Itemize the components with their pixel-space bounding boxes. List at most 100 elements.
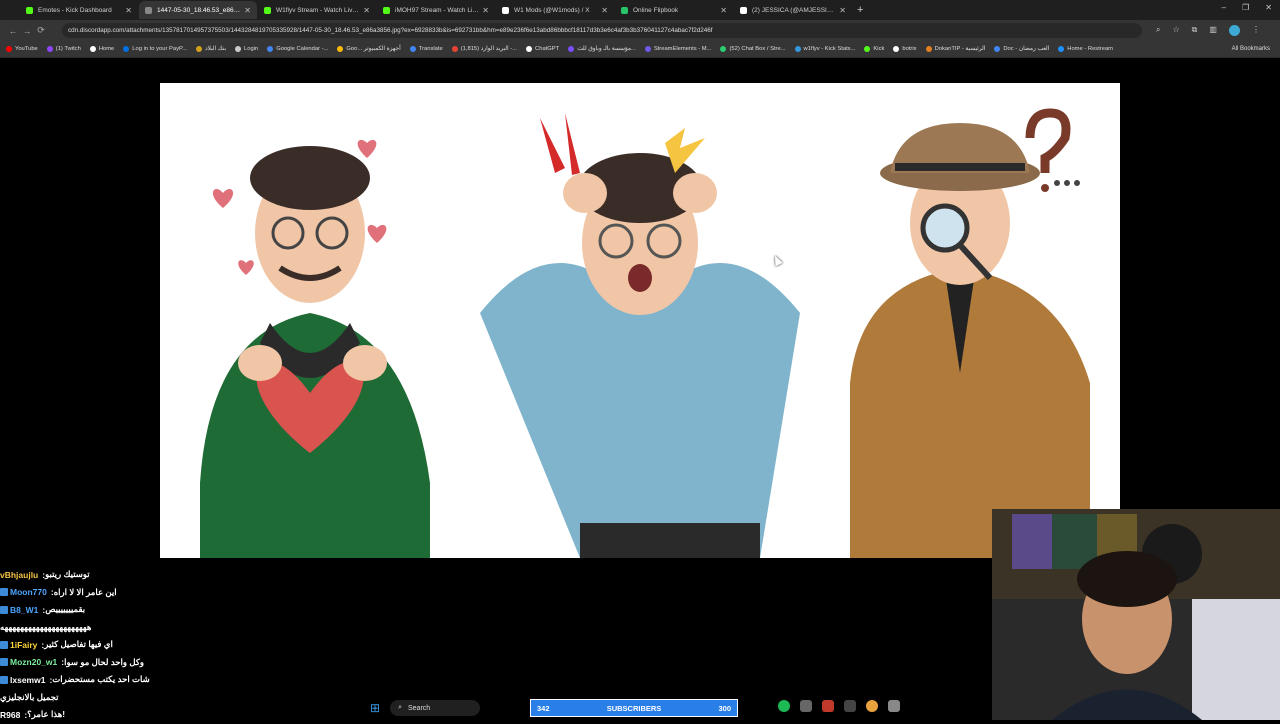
subscriber-goal-bar: 342 SUBSCRIBERS 300 xyxy=(530,699,738,717)
taskbar-apps xyxy=(778,700,900,712)
bookmark-item[interactable]: Log in to your PayP... xyxy=(123,46,187,52)
reload-icon[interactable]: ⟳ xyxy=(34,25,48,36)
tab-favicon-icon xyxy=(264,6,271,14)
bookmark-item[interactable]: Home xyxy=(89,46,115,52)
close-tab-icon[interactable]: ✕ xyxy=(363,6,370,15)
bookmark-item[interactable]: ChatGPT xyxy=(526,46,559,52)
address-bar: ← → ⟳ cdn.discordapp.com/attachments/135… xyxy=(0,20,1280,41)
app-icon[interactable] xyxy=(888,700,900,712)
bookmark-favicon-icon xyxy=(6,46,12,52)
bookmark-item[interactable]: Home - Restream xyxy=(1058,46,1113,52)
bookmark-favicon-icon xyxy=(195,46,202,52)
all-bookmarks-button[interactable]: All Bookmarks xyxy=(1232,46,1270,52)
bookmark-label: Kick xyxy=(873,46,885,52)
chrome-icon[interactable] xyxy=(866,700,878,712)
app-icon[interactable] xyxy=(800,700,812,712)
bookmark-item[interactable]: Goo... أجهزة الكمبيوتر xyxy=(337,46,401,52)
app-icon[interactable] xyxy=(822,700,834,712)
close-tab-icon[interactable]: ✕ xyxy=(839,6,846,15)
bookmark-label: StreamElements - M... xyxy=(653,46,712,52)
new-tab-button[interactable]: + xyxy=(857,4,863,16)
bookmark-item[interactable]: بنك البلاد xyxy=(195,46,226,52)
profile-avatar[interactable] xyxy=(1228,25,1240,36)
subscriber-count: 342 xyxy=(537,703,550,713)
chat-username[interactable]: Moon770 xyxy=(10,587,47,597)
browser-tab[interactable]: W1flyv Stream - Watch Live on ...✕ xyxy=(258,1,376,19)
love-character xyxy=(200,139,430,558)
zoom-icon[interactable]: ⌕ xyxy=(1156,25,1160,36)
browser-tab[interactable]: Online Flipbook ✕ xyxy=(615,1,733,19)
bookmark-label: DokanTIP - الرئيسية xyxy=(934,46,986,52)
bookmark-item[interactable]: StreamElements - M... xyxy=(644,46,712,52)
bookmark-item[interactable]: مؤسسة بالـ وباوق للث... xyxy=(568,46,636,52)
chat-username[interactable]: 1iFairy xyxy=(10,640,37,650)
bookmark-item[interactable]: (52) Chat Box / Stre... xyxy=(720,46,786,52)
close-window-icon[interactable]: ✕ xyxy=(1265,3,1272,12)
taskbar-search[interactable]: ⌕ Search xyxy=(390,700,481,716)
bookmark-favicon-icon xyxy=(267,46,274,52)
close-tab-icon[interactable]: ✕ xyxy=(601,6,608,15)
search-icon: ⌕ xyxy=(398,704,402,711)
tab-favicon-icon xyxy=(740,6,747,14)
menu-icon[interactable]: ⋮ xyxy=(1252,25,1260,36)
close-tab-icon[interactable]: ✕ xyxy=(244,6,251,15)
bookmark-label: Login xyxy=(244,46,259,52)
close-tab-icon[interactable]: ✕ xyxy=(720,6,727,15)
bookmark-item[interactable]: Google Calendar -... xyxy=(267,46,328,52)
bookmark-label: Doc - العب رمضان xyxy=(1003,46,1050,52)
windows-start-icon[interactable]: ⊞ xyxy=(370,701,380,715)
chat-message: Moon770: اين عامر الا لا اراه xyxy=(0,584,330,602)
detective-character xyxy=(850,108,1090,558)
tab-title: Emotes - Kick Dashboard xyxy=(38,6,112,14)
bookmark-item[interactable]: w1flyv - Kick Stats... xyxy=(794,46,856,52)
bookmark-item[interactable]: YouTube xyxy=(6,46,38,52)
chat-username[interactable]: Mozn20_w1 xyxy=(10,657,57,667)
chat-username[interactable]: lxsemw1 xyxy=(10,675,45,685)
back-icon[interactable]: ← xyxy=(6,26,20,36)
close-tab-icon[interactable]: ✕ xyxy=(125,6,132,15)
search-label: Search xyxy=(407,704,431,712)
sidebar-icon[interactable]: ▥ xyxy=(1209,25,1217,36)
obs-icon[interactable] xyxy=(844,700,856,712)
minimize-icon[interactable]: – xyxy=(1222,3,1226,12)
tab-title: (2) JESSICA (@AMJESSICA1_) / xyxy=(752,6,836,14)
bookmark-item[interactable]: Kick xyxy=(864,46,884,52)
forward-icon[interactable]: → xyxy=(20,26,34,36)
browser-tab[interactable]: (2) JESSICA (@AMJESSICA1_) /✕ xyxy=(734,1,852,19)
bookmark-item[interactable]: (1,815) البريد الوارد -... xyxy=(451,46,517,52)
bookmark-item[interactable]: Doc - العب رمضان xyxy=(994,46,1049,52)
bookmark-favicon-icon xyxy=(235,46,241,52)
chat-message: تجميل بالانجليزي xyxy=(0,689,330,707)
bookmark-label: Log in to your PayP... xyxy=(132,46,187,52)
maximize-icon[interactable]: ❐ xyxy=(1242,3,1249,12)
bookmark-item[interactable]: (1) Twitch xyxy=(46,46,81,52)
bookmark-item[interactable]: botrix xyxy=(893,46,917,52)
bookmark-favicon-icon xyxy=(89,46,96,52)
bookmark-item[interactable]: Login xyxy=(235,46,258,52)
url-input[interactable]: cdn.discordapp.com/attachments/135781701… xyxy=(62,23,1142,38)
bookmark-label: مؤسسة بالـ وباوق للث... xyxy=(577,46,636,52)
close-tab-icon[interactable]: ✕ xyxy=(482,6,489,15)
chat-message: 1iFairy: اي فيها تفاصيل كثير xyxy=(0,636,330,654)
chat-username[interactable]: vBhjaujlu xyxy=(0,570,38,580)
chat-username[interactable]: R968 xyxy=(0,710,20,720)
bookmark-star-icon[interactable]: ☆ xyxy=(1172,25,1179,36)
extension-icon[interactable]: ⧉ xyxy=(1192,25,1198,36)
browser-tab[interactable]: 1447-05-30_18.46.53_e86a3856...✕ xyxy=(139,1,257,19)
bookmark-item[interactable]: Translate xyxy=(409,46,443,52)
spotify-icon[interactable] xyxy=(778,700,790,712)
chat-text: اي فيها تفاصيل كثير xyxy=(44,639,113,650)
tab-favicon-icon xyxy=(26,6,33,14)
bookmark-label: Home xyxy=(98,46,115,52)
browser-tab[interactable]: iMOH97 Stream - Watch Live o...✕ xyxy=(377,1,495,19)
bookmark-label: w1flyv - Kick Stats... xyxy=(803,46,856,52)
browser-tab[interactable]: W1 Mods (@W1mods) / X ✕ xyxy=(496,1,614,19)
browser-tab[interactable]: Emotes - Kick Dashboard ✕ xyxy=(20,1,138,19)
user-badge-icon xyxy=(0,640,8,649)
bookmark-favicon-icon xyxy=(123,46,130,52)
bookmark-favicon-icon xyxy=(46,46,53,52)
chat-username[interactable]: B8_W1 xyxy=(10,605,38,615)
chat-text: توستيك ريتبو xyxy=(45,569,90,580)
chat-text: ههههههههههههههههههههههه xyxy=(0,621,92,632)
bookmark-item[interactable]: DokanTIP - الرئيسية xyxy=(925,46,986,52)
